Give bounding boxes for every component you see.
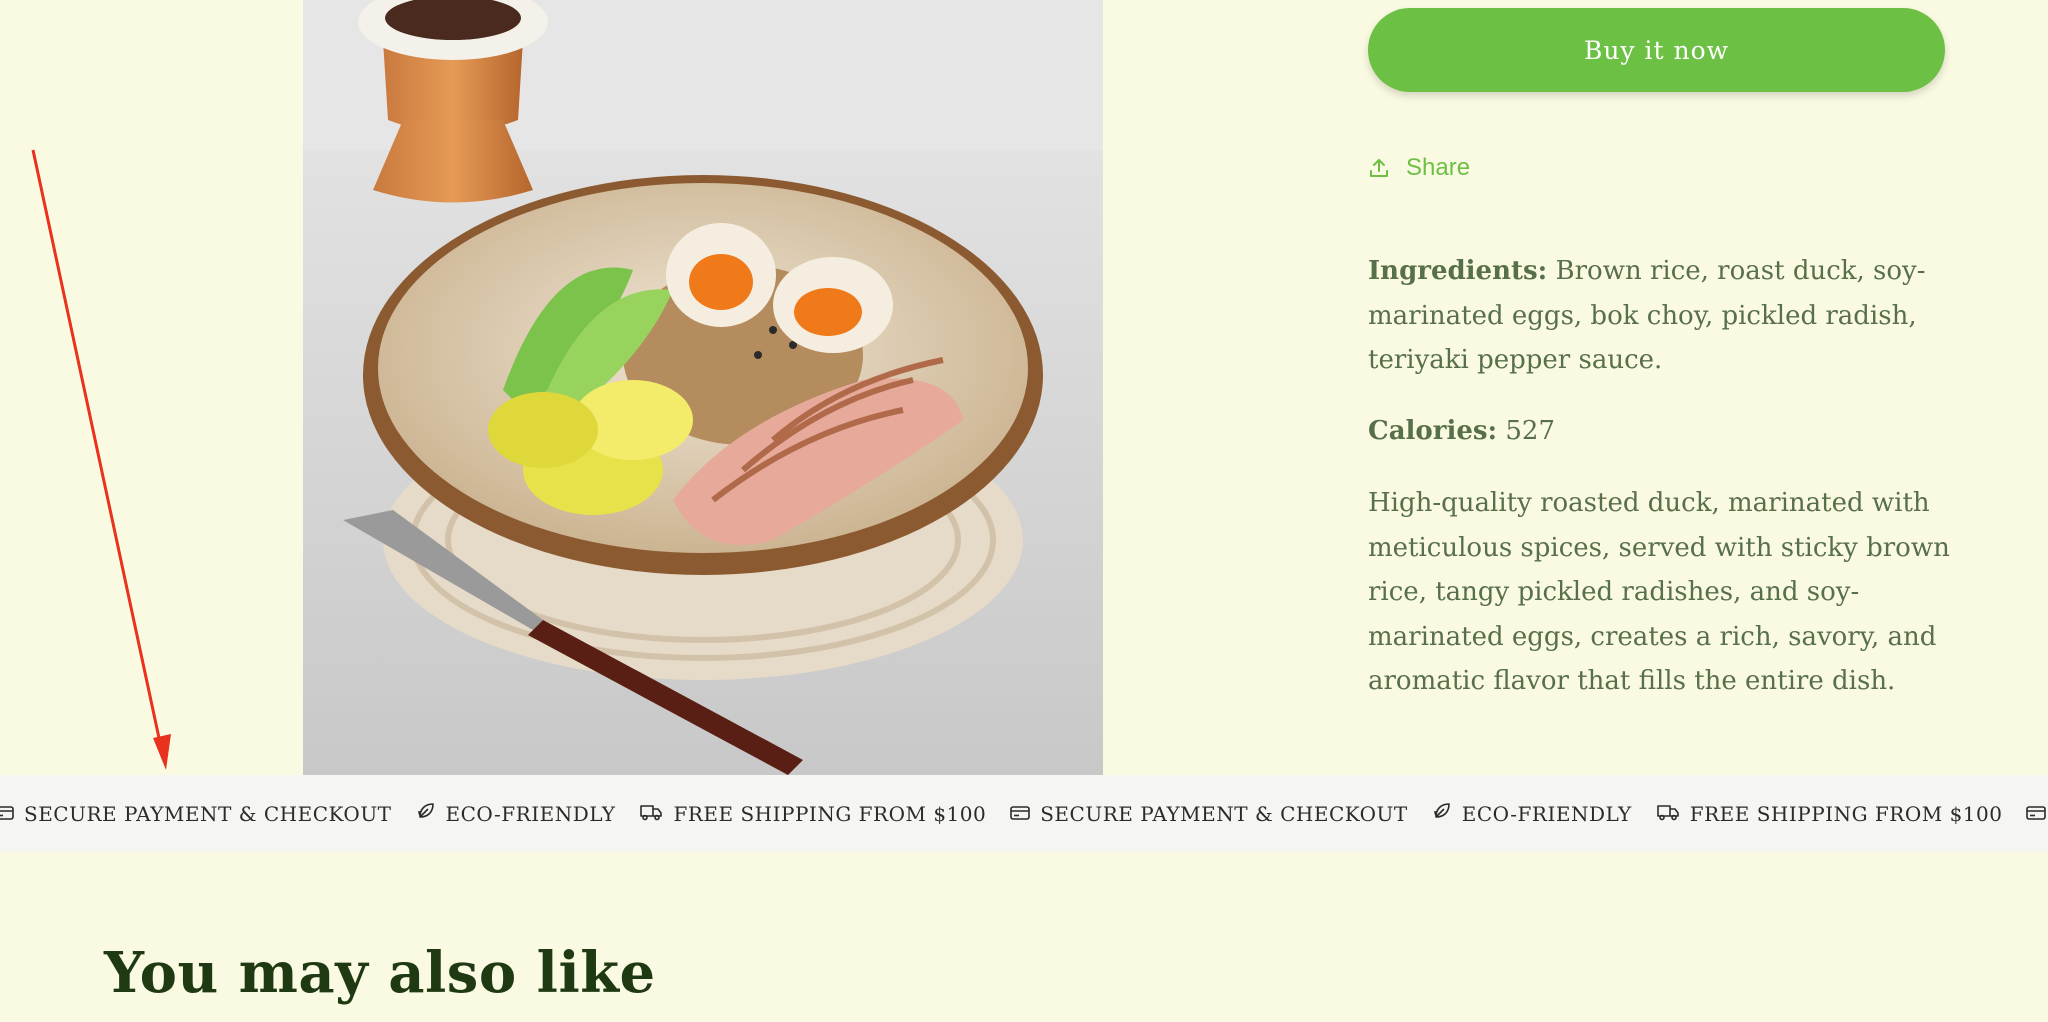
buy-it-now-button[interactable]: Buy it now (1368, 8, 1945, 92)
product-description: High-quality roasted duck, marinated wit… (1368, 488, 1950, 696)
marquee-item-label: SECURE PAYMENT & CHECKOUT (1040, 801, 1408, 826)
truck-icon (639, 802, 663, 826)
ingredients-text: Ingredients: Brown rice, roast duck, soy… (1368, 249, 1958, 383)
marquee-item: SECURE PAYMENT & CHECKOUT (0, 802, 392, 826)
card-icon (2026, 802, 2047, 826)
card-icon (0, 802, 14, 826)
marquee-item-label: FREE SHIPPING FROM $100 (673, 801, 987, 826)
trust-badges-marquee: SECURE PAYMENT & CHECKOUT ECO-FRIENDLY FRE… (0, 775, 2048, 852)
marquee-item-label: FREE SHIPPING FROM $100 (1689, 801, 2003, 826)
truck-icon (1656, 802, 1680, 826)
marquee-item: ECO-FRIENDLY (416, 801, 616, 826)
marquee-item: SECURE PAYMENT & CHECKOUT (1010, 802, 1408, 826)
calories-label: Calories: (1368, 416, 1498, 446)
recommendations-heading: You may also like (104, 940, 656, 1006)
marquee-item-label: ECO-FRIENDLY (445, 801, 616, 826)
marquee-item: FREE SHIPPING FROM $100 (1656, 802, 2003, 826)
calories-text: Calories: 527 (1368, 409, 1958, 454)
rice-bowl-illustration (303, 0, 1103, 775)
card-icon (1010, 802, 1031, 826)
leaf-icon (1432, 801, 1452, 826)
share-icon (1368, 157, 1390, 179)
share-label: Share (1406, 154, 1471, 181)
marquee-item: FREE SHIPPING FROM $100 (639, 802, 986, 826)
ingredients-label: Ingredients: (1368, 256, 1548, 286)
product-image (303, 0, 1103, 775)
marquee-track: SECURE PAYMENT & CHECKOUT ECO-FRIENDLY FRE… (0, 801, 2048, 826)
marquee-item-label: ECO-FRIENDLY (1461, 801, 1632, 826)
calories-value: 527 (1497, 416, 1556, 446)
marquee-item-label: SECURE PAYMENT & CHECKOUT (24, 801, 392, 826)
leaf-icon (416, 801, 436, 826)
marquee-item: SECURE PAYMENT & CHECKOUT (2026, 802, 2048, 826)
marquee-item: ECO-FRIENDLY (1432, 801, 1632, 826)
share-button[interactable]: Share (1368, 154, 1470, 182)
